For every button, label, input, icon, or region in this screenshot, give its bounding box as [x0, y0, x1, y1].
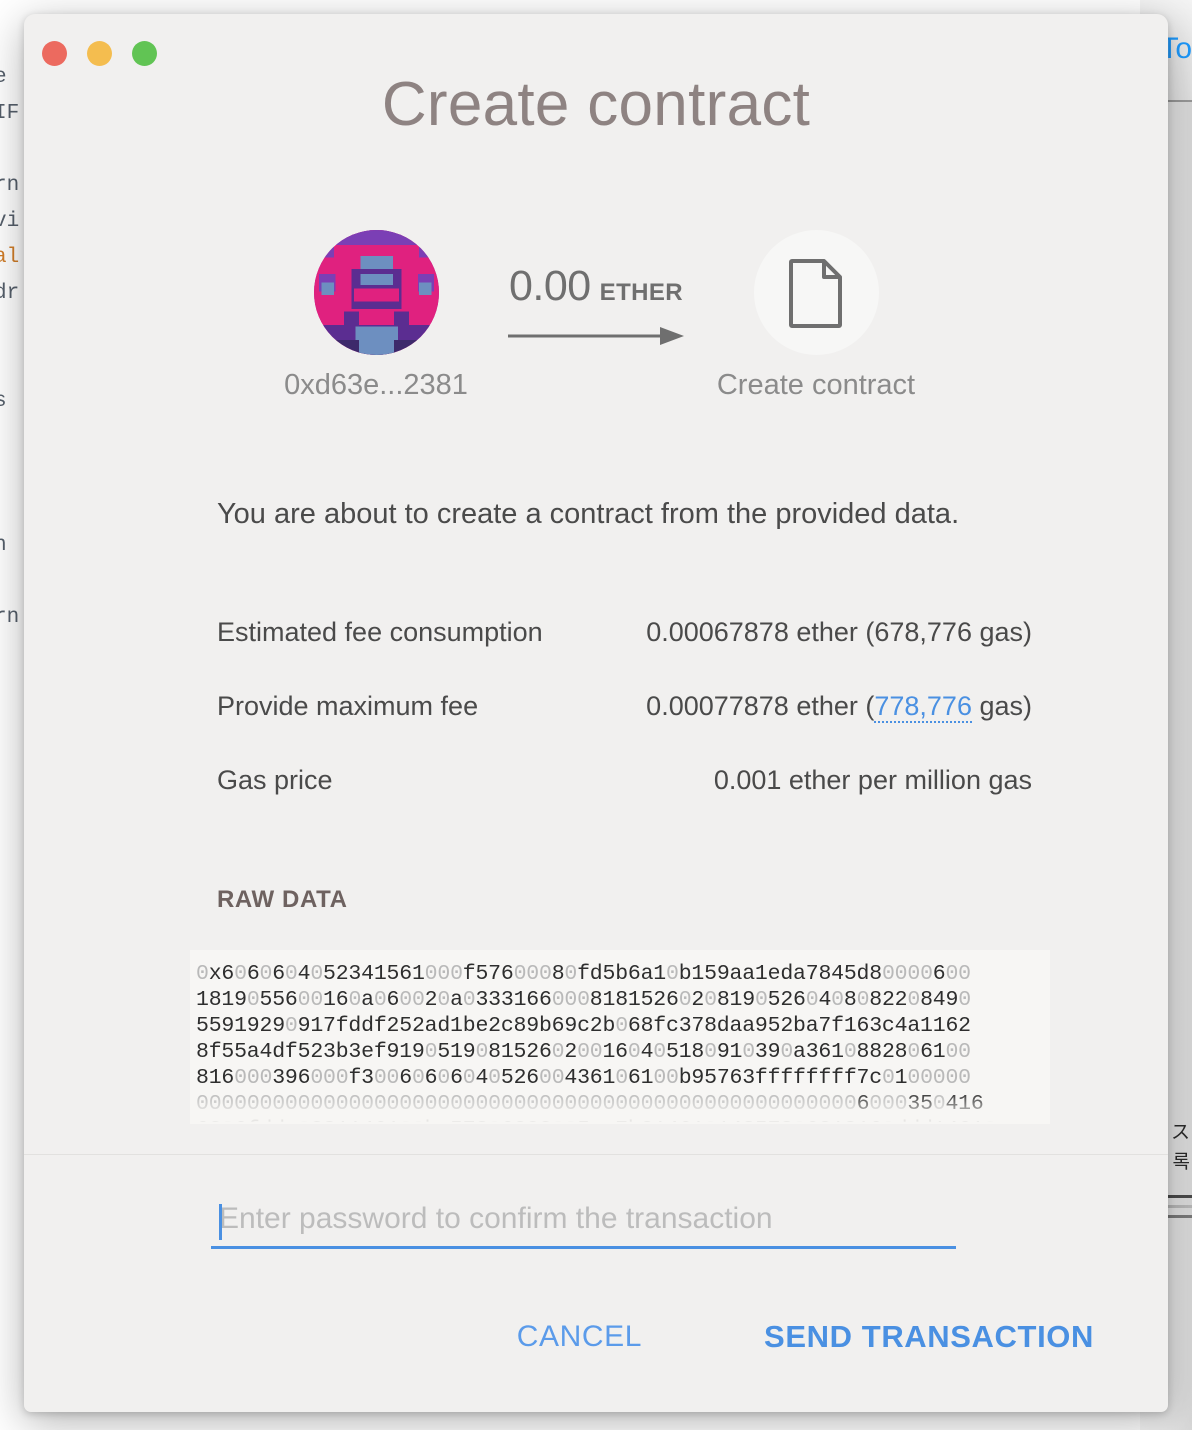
transfer-unit: ETHER [599, 279, 684, 306]
maximize-button[interactable] [132, 41, 157, 66]
fee-value-text: 0.00067878 ether (678,776 gas) [646, 617, 1032, 647]
arrow-right-svg [508, 327, 684, 345]
raw-data-heading: RAW DATA [217, 886, 348, 913]
create-contract-dialog: Create contract 0xd63e...2381 0.00 ETHER… [24, 14, 1168, 1412]
bg-code-line: vi [0, 210, 20, 233]
sender-party: 0xd63e...2381 [261, 230, 491, 402]
cancel-button[interactable]: CANCEL [511, 1319, 648, 1355]
bg-code-line: e [0, 66, 7, 89]
fee-label: Provide maximum fee [217, 691, 479, 721]
raw-data-panel[interactable]: 0x6060604052341561000f57600080fd5b6a10b1… [190, 950, 1050, 1122]
sender-address: 0xd63e...2381 [284, 369, 468, 401]
arrow-right-icon [491, 325, 701, 347]
fee-table: Estimated fee consumption 0.00067878 eth… [217, 617, 1032, 839]
dialog-description: You are about to create a contract from … [217, 498, 960, 530]
bg-code-keyword: al [0, 246, 20, 269]
amount-line: 0.00 ETHER [491, 262, 701, 311]
fee-value: 0.00067878 ether (678,776 gas) [646, 617, 1032, 648]
identicon-svg [313, 230, 439, 355]
fee-value-suffix: gas) [971, 691, 1032, 721]
text-caret [219, 1204, 222, 1240]
fee-value: 0.00077878 ether (778,776 gas) [646, 691, 1032, 723]
fee-value-prefix: 0.00077878 ether ( [646, 691, 875, 721]
document-icon-svg [789, 258, 842, 328]
fee-label: Estimated fee consumption [217, 617, 543, 647]
dialog-actions: CANCEL SEND TRANSACTION [511, 1318, 1100, 1356]
password-field-wrapper [211, 1198, 956, 1249]
screen: e IF rn vi al dr s n rn To ス록 Create con… [0, 0, 1192, 1430]
bg-code-line: rn [0, 174, 20, 197]
background-side-text: ス록 [1170, 1122, 1190, 1173]
table-row: Estimated fee consumption 0.00067878 eth… [217, 617, 1032, 691]
table-row: Provide maximum fee 0.00077878 ether (77… [217, 691, 1032, 765]
bg-code-line: dr [0, 282, 20, 305]
transfer-amount-block: 0.00 ETHER [491, 230, 701, 347]
max-gas-editable-link[interactable]: 778,776 [874, 691, 972, 723]
recipient-party: Create contract [701, 230, 931, 402]
table-row: Gas price 0.001 ether per million gas [217, 765, 1032, 839]
bg-code-line: n [0, 534, 7, 557]
fee-value: 0.001 ether per million gas [714, 765, 1032, 796]
bg-code-line: IF [0, 102, 20, 125]
close-button[interactable] [42, 41, 67, 66]
page-title: Create contract [381, 70, 811, 139]
send-transaction-button[interactable]: SEND TRANSACTION [758, 1318, 1100, 1356]
recipient-label: Create contract [716, 369, 916, 401]
window-controls [42, 41, 157, 66]
fee-value-text: 0.001 ether per million gas [713, 765, 1032, 795]
raw-data-text: 0x6060604052341561000f57600080fd5b6a10b1… [196, 962, 996, 1122]
transfer-summary: 0xd63e...2381 0.00 ETHER Create contract [24, 230, 1168, 402]
divider [24, 1154, 1168, 1155]
minimize-button[interactable] [87, 41, 112, 66]
bg-code-line: s [0, 390, 7, 413]
fee-label: Gas price [217, 765, 333, 795]
transfer-amount: 0.00 [508, 262, 591, 310]
bg-code-line: rn [0, 606, 20, 629]
password-input[interactable] [211, 1198, 956, 1249]
document-icon [753, 230, 879, 355]
identicon-avatar [313, 230, 439, 355]
